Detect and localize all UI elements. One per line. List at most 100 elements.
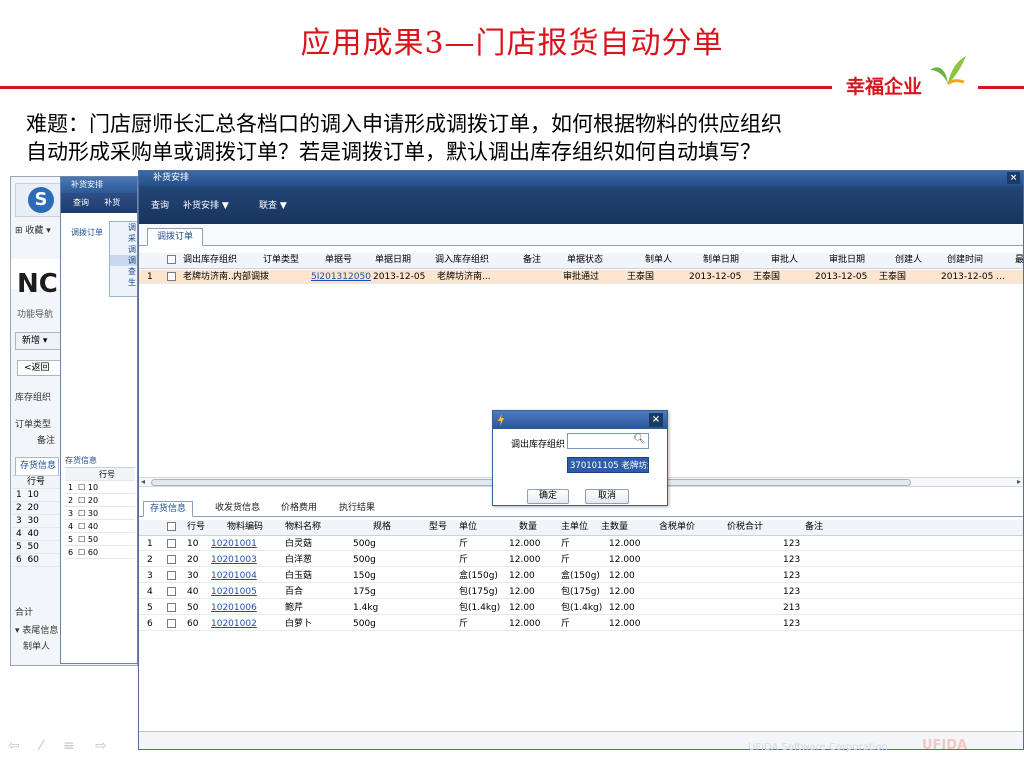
- table-row[interactable]: 1 10 10201001 白灵菇 500g 斤 12.000 斤 12.000 123: [139, 537, 1023, 551]
- column-header[interactable]: 数量: [519, 520, 537, 535]
- slide-nav-controls[interactable]: ⇦ ⁄ ≡ ⇨: [8, 738, 115, 754]
- column-header[interactable]: 备注: [523, 253, 541, 268]
- column-header[interactable]: 行号: [187, 520, 205, 535]
- table-row[interactable]: 5 50 10201006 鲍芹 1.4kg 包(1.4kg) 12.00 包(1.4kg) 1…: [139, 601, 1023, 615]
- mid-tab-transfer-order[interactable]: 调拨订单: [71, 227, 103, 238]
- column-header[interactable]: 单位: [459, 520, 477, 535]
- table-row[interactable]: 3 30 10201004 白玉菇 150g 盒(150g) 12.00 盒(150g) 12.…: [139, 569, 1023, 583]
- column-header[interactable]: 物料名称: [285, 520, 321, 535]
- column-header[interactable]: 主单位: [561, 520, 588, 535]
- table-row[interactable]: 3 ☐ 30: [65, 507, 135, 520]
- tab-inventory-info[interactable]: 存货信息: [143, 501, 194, 517]
- row-checkbox[interactable]: [167, 272, 176, 281]
- table-row[interactable]: 5 ☐ 50: [65, 533, 135, 546]
- brand-logo: 幸福企业: [846, 76, 923, 98]
- column-header[interactable]: 审批人: [771, 253, 798, 268]
- scroll-right-icon[interactable]: ▸: [1017, 477, 1021, 486]
- table-row[interactable]: 3 30: [13, 515, 61, 528]
- table-row[interactable]: 1 ☐ 10: [65, 481, 135, 494]
- cell-code[interactable]: 10201006: [211, 601, 257, 614]
- row-checkbox[interactable]: [167, 619, 176, 628]
- favorites-menu[interactable]: ⊞ 收藏 ▾: [15, 223, 51, 236]
- menu-item[interactable]: 调: [110, 244, 137, 255]
- row-checkbox[interactable]: [167, 571, 176, 580]
- main-window-title: 补货安排: [153, 173, 190, 183]
- back-button[interactable]: <返回: [17, 360, 61, 376]
- column-header[interactable]: 制单日期: [703, 253, 739, 268]
- table-row[interactable]: 6 ☐ 60: [65, 546, 135, 559]
- mid-inv-tab[interactable]: 存货信息: [65, 455, 97, 466]
- ok-button[interactable]: 确定: [527, 489, 569, 504]
- replenish-button[interactable]: 补货安排 ▼: [183, 198, 229, 211]
- column-header[interactable]: 型号: [429, 520, 447, 535]
- column-header[interactable]: 最: [1015, 253, 1023, 268]
- tab-exec-result[interactable]: 执行结果: [339, 501, 375, 517]
- menu-item[interactable]: 查: [110, 266, 137, 277]
- table-row[interactable]: 6 60 10201002 白萝卜 500g 斤 12.000 斤 12.000 123: [139, 617, 1023, 631]
- column-header[interactable]: 含税单价: [659, 520, 695, 535]
- tab-price-fees[interactable]: 价格费用: [281, 501, 317, 517]
- select-all-checkbox[interactable]: [167, 255, 176, 264]
- cell-unit: 斤: [459, 539, 469, 549]
- tab-transfer-order[interactable]: 调拨订单: [147, 228, 204, 246]
- menu-item[interactable]: 采: [110, 233, 137, 244]
- footer-info-toggle[interactable]: ▾ 表尾信息: [15, 623, 58, 636]
- bg-inv-tab[interactable]: 存货信息: [15, 457, 59, 475]
- creator-label: 制单人: [23, 642, 51, 652]
- column-header[interactable]: 制单人: [645, 253, 672, 268]
- table-row[interactable]: 2 20: [13, 502, 61, 515]
- tab-shipping-info[interactable]: 收发货信息: [215, 501, 260, 517]
- out-org-input[interactable]: 🔍︎: [567, 433, 649, 449]
- mid-replenish-button[interactable]: 补货: [104, 198, 120, 207]
- table-row[interactable]: 2 ☐ 20: [65, 494, 135, 507]
- search-icon[interactable]: 🔍︎: [633, 434, 646, 445]
- column-header[interactable]: 单据状态: [567, 253, 603, 268]
- cell-code[interactable]: 10201002: [211, 617, 257, 630]
- scroll-left-icon[interactable]: ◂: [141, 477, 145, 486]
- bill-no-link[interactable]: 5I2013120500000: [311, 270, 371, 283]
- cell-unit: 包(175g): [459, 587, 498, 597]
- mid-query-button[interactable]: 查询: [73, 198, 89, 207]
- table-row[interactable]: 1 10: [13, 489, 61, 502]
- column-header[interactable]: 审批日期: [829, 253, 865, 268]
- func-nav-label[interactable]: 功能导航: [17, 307, 53, 320]
- row-checkbox[interactable]: [167, 603, 176, 612]
- table-row[interactable]: 4 40: [13, 528, 61, 541]
- order-row[interactable]: 1 老牌坊济南... 内部调拨 5I2013120500000 2013-12-…: [139, 270, 1023, 284]
- cell-code[interactable]: 10201004: [211, 569, 257, 582]
- column-header[interactable]: 价税合计: [727, 520, 763, 535]
- cell-code[interactable]: 10201001: [211, 537, 257, 550]
- column-header[interactable]: 单据日期: [375, 253, 411, 268]
- column-header[interactable]: 备注: [805, 520, 823, 535]
- row-checkbox[interactable]: [167, 539, 176, 548]
- dialog-close-icon[interactable]: ×: [649, 413, 663, 427]
- new-button[interactable]: 新增 ▾: [15, 332, 61, 350]
- row-checkbox[interactable]: [167, 555, 176, 564]
- cell-code[interactable]: 10201003: [211, 553, 257, 566]
- column-header[interactable]: 物料编码: [227, 520, 263, 535]
- row-checkbox[interactable]: [167, 587, 176, 596]
- menu-item[interactable]: 调: [110, 255, 137, 266]
- column-header[interactable]: 单据号: [325, 253, 352, 268]
- column-header[interactable]: 主数量: [601, 520, 628, 535]
- column-header[interactable]: 调出库存组织: [183, 253, 237, 268]
- table-row[interactable]: 5 50: [13, 541, 61, 554]
- close-icon[interactable]: ×: [1007, 172, 1020, 184]
- select-all-checkbox[interactable]: [167, 522, 176, 531]
- column-header[interactable]: 订单类型: [263, 253, 299, 268]
- menu-item[interactable]: 调: [110, 222, 137, 233]
- column-header[interactable]: 创建时间: [947, 253, 983, 268]
- out-org-option[interactable]: 370101105 老牌坊济: [567, 457, 649, 473]
- table-row[interactable]: 4 ☐ 40: [65, 520, 135, 533]
- column-header[interactable]: 调入库存组织: [435, 253, 489, 268]
- query-button[interactable]: 查询: [151, 198, 169, 211]
- column-header[interactable]: 规格: [373, 520, 391, 535]
- table-row[interactable]: 6 60: [13, 554, 61, 567]
- cell-code[interactable]: 10201005: [211, 585, 257, 598]
- menu-item[interactable]: 生: [110, 277, 137, 288]
- cancel-button[interactable]: 取消: [585, 489, 629, 504]
- linked-query-button[interactable]: 联查 ▼: [259, 198, 287, 211]
- table-row[interactable]: 4 40 10201005 百合 175g 包(175g) 12.00 包(175g) 12.0…: [139, 585, 1023, 599]
- table-row[interactable]: 2 20 10201003 白洋葱 500g 斤 12.000 斤 12.000 123: [139, 553, 1023, 567]
- column-header[interactable]: 创建人: [895, 253, 922, 268]
